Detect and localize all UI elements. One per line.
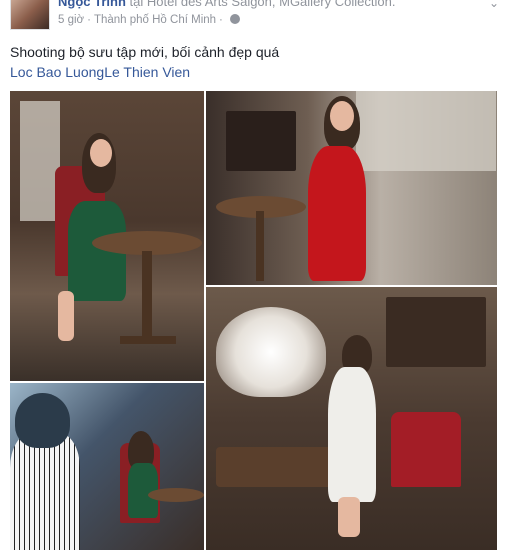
white-dress (328, 367, 376, 502)
photographer-head (15, 393, 70, 448)
chandelier-shape (216, 307, 326, 397)
dining-table (216, 447, 336, 487)
table-leg (142, 251, 152, 341)
city-link[interactable]: Thành phố Hồ Chí Minh (94, 14, 216, 26)
table-base (120, 336, 176, 344)
window-shape (356, 91, 496, 171)
red-armchair (391, 412, 461, 487)
photo-1[interactable] (10, 91, 204, 381)
photo-2[interactable] (206, 91, 497, 285)
post-meta: 5 giờ · Thành phố Hồ Chí Minh · (58, 14, 240, 26)
author-name-link[interactable]: Ngọc Trinh (58, 0, 126, 9)
photo-3[interactable] (206, 287, 497, 550)
globe-icon[interactable] (229, 14, 240, 24)
table-leg (256, 211, 264, 281)
post-message: Shooting bộ sưu tập mới, bối cảnh đẹp qu… (10, 44, 280, 60)
photo-grid (10, 91, 497, 550)
bottle-shape (226, 111, 296, 171)
chevron-down-icon[interactable]: ⌄ (489, 0, 499, 10)
location-link[interactable]: Hotel des Arts Saigon, MGallery Collecti… (147, 0, 396, 9)
photographer-shirt (10, 433, 80, 550)
tag-link-2[interactable]: Le Thien Vien (104, 64, 190, 80)
post-header: Ngọc Trinh tại Hotel des Arts Saigon, MG… (0, 0, 507, 36)
shelf-shape (386, 297, 486, 367)
legs-shape (338, 497, 360, 537)
tagged-people: Loc Bao LuongLe Thien Vien (10, 64, 190, 80)
red-dress (308, 146, 366, 281)
legs-shape (58, 291, 74, 341)
post-time-link[interactable]: 5 giờ (58, 14, 84, 26)
meta-separator: · (87, 14, 91, 26)
author-avatar[interactable] (10, 0, 50, 30)
face-shape (330, 101, 354, 131)
tag-link-1[interactable]: Loc Bao Luong (10, 64, 104, 80)
author-line: Ngọc Trinh tại Hotel des Arts Saigon, MG… (58, 0, 395, 9)
round-table (148, 488, 204, 502)
at-word: tại (129, 0, 144, 9)
window-shape (20, 101, 60, 221)
photo-4[interactable] (10, 383, 204, 550)
face-shape (90, 139, 112, 167)
meta-separator-2: · (219, 14, 223, 26)
